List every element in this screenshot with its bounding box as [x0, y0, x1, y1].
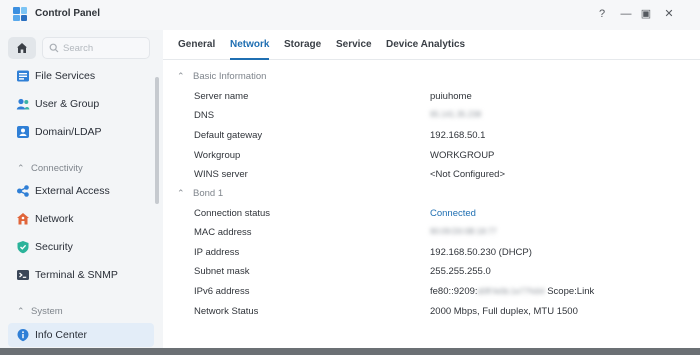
ipv6-address-label: IPv6 address: [194, 286, 250, 297]
ipv6-address-value: fe80::9209:d0ff:fe0b:1e77%64 Scope:Link: [430, 286, 595, 297]
sidebar: File Services User & Group Domain/LDAP ⌃…: [0, 30, 163, 348]
control-panel-window: Control Panel ? — ▣ ✕ Search File Servic…: [0, 0, 700, 348]
sidebar-item-label: Domain/LDAP: [35, 126, 102, 138]
control-panel-icon: [13, 7, 27, 21]
search-field[interactable]: [42, 37, 150, 59]
chevron-up-icon: ⌃: [17, 163, 25, 173]
sidebar-item-label: Info Center: [35, 329, 87, 341]
ipv6-hidden-part: d0ff:fe0b:1e77%64: [477, 287, 545, 296]
tab-bar: General Network Storage Service Device A…: [163, 30, 700, 60]
sidebar-item-user-group[interactable]: User & Group: [8, 92, 154, 116]
sidebar-item-label: Terminal & SNMP: [35, 269, 118, 281]
tab-network[interactable]: Network: [230, 39, 270, 60]
chevron-up-icon: ⌃: [177, 188, 185, 198]
sidebar-item-file-services[interactable]: File Services: [8, 64, 154, 88]
sidebar-item-label: File Services: [35, 70, 96, 82]
chevron-up-icon: ⌃: [177, 71, 185, 81]
domain-icon: [17, 126, 29, 138]
main-panel: General Network Storage Service Device A…: [163, 30, 700, 348]
tab-general[interactable]: General: [178, 39, 215, 50]
external-access-icon: [17, 185, 29, 197]
subnet-mask-value: 255.255.255.0: [430, 266, 491, 277]
search-input[interactable]: [63, 41, 147, 56]
network-status-value: 2000 Mbps, Full duplex, MTU 1500: [430, 306, 578, 317]
help-button[interactable]: ?: [595, 7, 609, 21]
sidebar-item-external-access[interactable]: External Access: [8, 179, 154, 203]
server-name-label: Server name: [194, 91, 249, 102]
group-header-bond-1[interactable]: ⌃ Bond 1: [177, 188, 223, 199]
workgroup-label: Workgroup: [194, 150, 241, 161]
wins-server-value: <Not Configured>: [430, 169, 505, 180]
subnet-mask-label: Subnet mask: [194, 266, 250, 277]
sidebar-item-terminal-snmp[interactable]: Terminal & SNMP: [8, 263, 154, 287]
ip-address-value: 192.168.50.230 (DHCP): [430, 247, 532, 258]
terminal-icon: [17, 270, 29, 280]
sidebar-item-label: Security: [35, 241, 73, 253]
close-button[interactable]: ✕: [662, 7, 676, 21]
title-bar: Control Panel ? — ▣ ✕: [0, 0, 700, 30]
home-button[interactable]: [8, 37, 36, 59]
mac-address-value: 90:09:D0:0B:18:77: [430, 227, 497, 236]
chevron-up-icon: ⌃: [17, 306, 25, 316]
section-header-connectivity[interactable]: ⌃ Connectivity: [17, 163, 83, 174]
sidebar-item-label: User & Group: [35, 98, 100, 110]
network-icon: [17, 213, 29, 225]
sidebar-scrollbar[interactable]: [155, 77, 159, 204]
sidebar-item-info-center[interactable]: Info Center: [8, 323, 154, 347]
background-window-strip: [0, 348, 700, 355]
workgroup-value: WORKGROUP: [430, 150, 495, 161]
maximize-button[interactable]: ▣: [639, 7, 653, 21]
tab-storage[interactable]: Storage: [284, 39, 321, 50]
dns-label: DNS: [194, 110, 215, 121]
group-header-basic-information[interactable]: ⌃ Basic Information: [177, 71, 266, 82]
server-name-value: puiuhome: [430, 91, 472, 102]
default-gateway-label: Default gateway: [194, 130, 263, 141]
sidebar-item-domain-ldap[interactable]: Domain/LDAP: [8, 120, 154, 144]
network-status-label: Network Status: [194, 306, 259, 317]
sidebar-item-label: Network: [35, 213, 74, 225]
connection-status-value: Connected: [430, 208, 476, 219]
folder-share-icon: [17, 70, 29, 82]
users-icon: [16, 98, 30, 110]
shield-icon: [17, 241, 29, 254]
connection-status-label: Connection status: [194, 208, 271, 219]
info-icon: [17, 329, 29, 342]
mac-address-label: MAC address: [194, 227, 252, 238]
minimize-button[interactable]: —: [619, 7, 633, 21]
home-icon: [17, 43, 27, 53]
sidebar-item-network[interactable]: Network: [8, 207, 154, 231]
tab-device-analytics[interactable]: Device Analytics: [386, 39, 465, 50]
search-icon: [49, 43, 59, 53]
ip-address-label: IP address: [194, 247, 240, 258]
section-header-system[interactable]: ⌃ System: [17, 306, 63, 317]
default-gateway-value: 192.168.50.1: [430, 130, 486, 141]
dns-value: 95.141.35.238: [430, 110, 482, 119]
tab-service[interactable]: Service: [336, 39, 372, 50]
wins-server-label: WINS server: [194, 169, 248, 180]
window-title: Control Panel: [35, 8, 101, 19]
sidebar-item-security[interactable]: Security: [8, 235, 154, 259]
sidebar-item-label: External Access: [35, 185, 110, 197]
